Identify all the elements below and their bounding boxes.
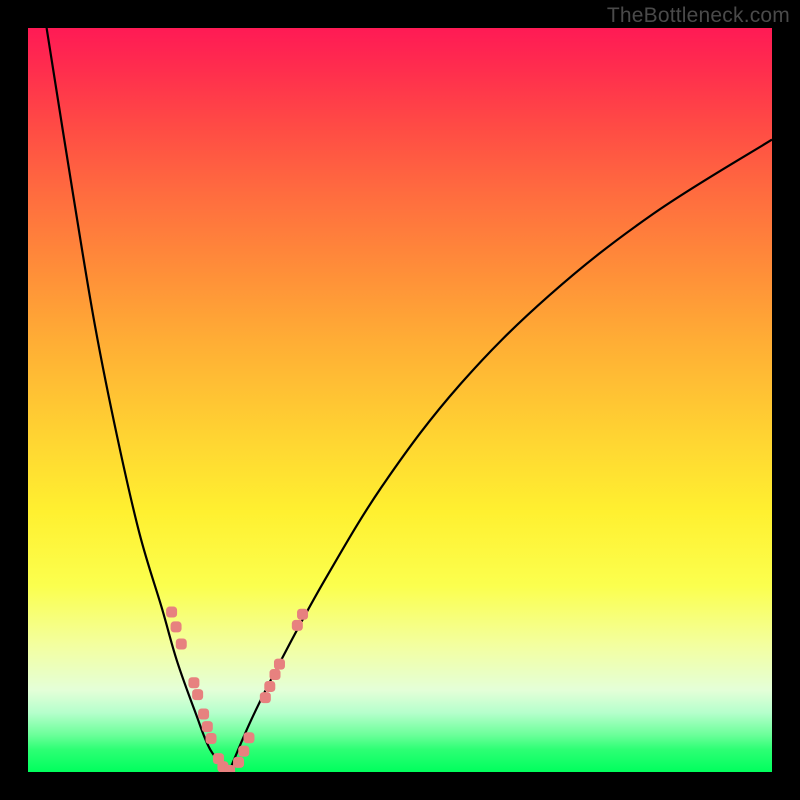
chart-svg [28, 28, 772, 772]
plot-area [28, 28, 772, 772]
curve-layer [47, 28, 772, 772]
chart-frame: TheBottleneck.com [0, 0, 800, 800]
data-marker [202, 721, 213, 732]
data-marker [260, 692, 271, 703]
curve-right_curve [229, 140, 772, 772]
data-marker [171, 621, 182, 632]
data-marker [264, 681, 275, 692]
data-marker [270, 669, 281, 680]
data-marker [233, 757, 244, 768]
data-marker [198, 708, 209, 719]
data-marker [292, 620, 303, 631]
data-marker [297, 609, 308, 620]
data-marker [188, 677, 199, 688]
watermark-text: TheBottleneck.com [607, 4, 790, 28]
data-marker [224, 765, 235, 772]
data-marker [192, 689, 203, 700]
curve-left_curve [47, 28, 229, 772]
data-marker [243, 732, 254, 743]
data-marker [206, 733, 217, 744]
data-marker [166, 607, 177, 618]
data-marker [274, 659, 285, 670]
data-marker [238, 746, 249, 757]
data-marker [176, 639, 187, 650]
